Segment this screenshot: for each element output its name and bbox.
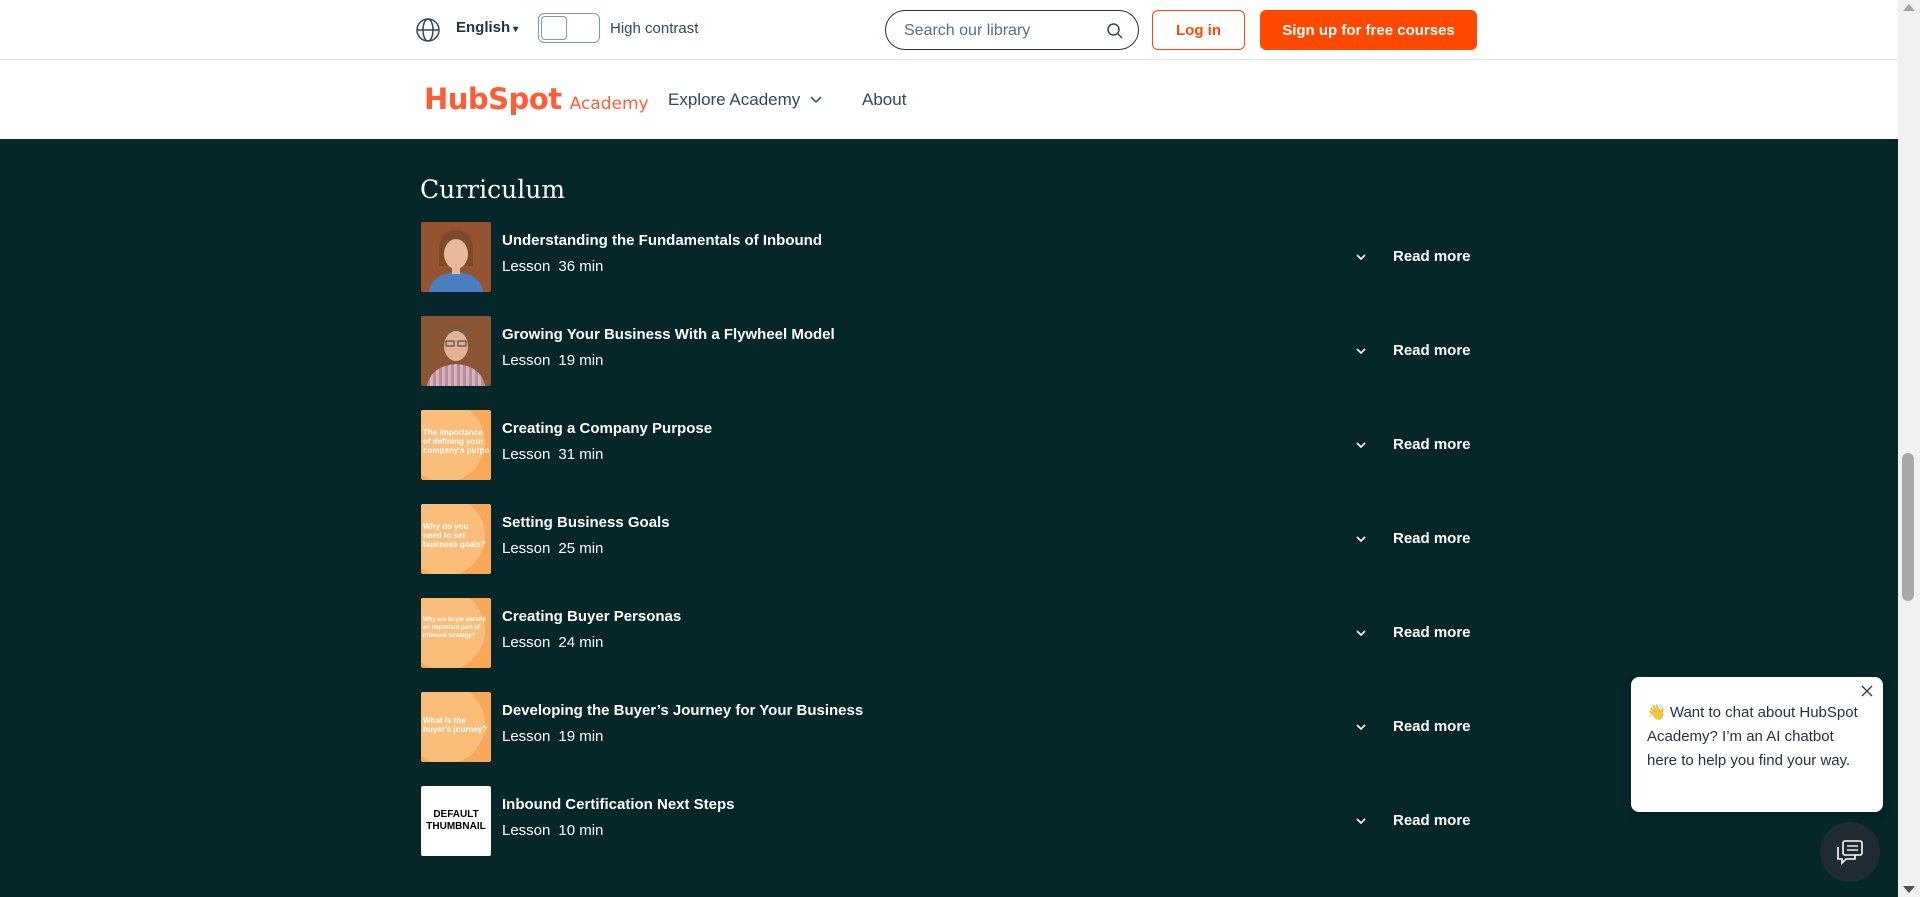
- hubspot-academy-logo[interactable]: HubSpot Academy: [424, 82, 649, 118]
- lesson-duration: 19 min: [558, 728, 604, 745]
- lesson-thumbnail[interactable]: [421, 316, 491, 386]
- lesson-type: Lesson: [502, 446, 551, 463]
- lesson-duration: 24 min: [558, 634, 604, 651]
- lesson-row: What is the buyer's journey? Developing …: [420, 691, 1480, 763]
- search-input[interactable]: [902, 20, 1106, 42]
- lesson-thumbnail[interactable]: DEFAULT THUMBNAIL: [421, 786, 491, 856]
- thumbnail-text: DEFAULT THUMBNAIL: [426, 809, 486, 832]
- high-contrast-toggle[interactable]: [538, 13, 600, 43]
- lesson-meta: Lesson 19 min: [502, 728, 603, 745]
- lesson-title[interactable]: Creating a Company Purpose: [502, 420, 712, 437]
- utility-bar: English▾ High contrast Log in Sign up fo…: [0, 0, 1898, 60]
- lesson-title[interactable]: Creating Buyer Personas: [502, 608, 681, 625]
- lesson-meta: Lesson 10 min: [502, 822, 603, 839]
- lesson-type: Lesson: [502, 728, 551, 745]
- lesson-type: Lesson: [502, 822, 551, 839]
- lesson-thumbnail[interactable]: Why are buyer persos an important part o…: [421, 598, 491, 668]
- login-button[interactable]: Log in: [1152, 10, 1245, 50]
- lesson-duration: 10 min: [558, 822, 604, 839]
- lesson-meta: Lesson 24 min: [502, 634, 603, 651]
- chevron-down-icon: [810, 96, 822, 104]
- chat-icon: [1837, 840, 1863, 865]
- lesson-row: Understanding the Fundamentals of Inboun…: [420, 221, 1480, 293]
- lesson-type: Lesson: [502, 258, 551, 275]
- lesson-row: Growing Your Business With a Flywheel Mo…: [420, 315, 1480, 387]
- lesson-thumbnail[interactable]: The importance of defining your company'…: [421, 410, 491, 480]
- thumbnail-text: What is the buyer's journey?: [423, 716, 488, 734]
- lesson-type: Lesson: [502, 634, 551, 651]
- logo-subtext: Academy: [569, 94, 649, 114]
- search-box[interactable]: [885, 10, 1139, 50]
- lesson-meta: Lesson 36 min: [502, 258, 603, 275]
- chatbot-popup: 👋 Want to chat about HubSpot Academy? I’…: [1631, 677, 1883, 812]
- high-contrast-label: High contrast: [610, 20, 699, 37]
- read-more-button[interactable]: Read more: [1393, 624, 1471, 641]
- lesson-type: Lesson: [502, 352, 551, 369]
- scrollbar-thumb[interactable]: [1902, 453, 1914, 601]
- chevron-down-icon[interactable]: [1354, 626, 1368, 640]
- globe-icon[interactable]: [415, 17, 441, 43]
- caret-down-icon: ▾: [513, 24, 519, 35]
- toggle-knob: [541, 16, 567, 40]
- lesson-row: DEFAULT THUMBNAIL Inbound Certification …: [420, 785, 1480, 857]
- lesson-meta: Lesson 25 min: [502, 540, 603, 557]
- lesson-title[interactable]: Understanding the Fundamentals of Inboun…: [502, 232, 822, 249]
- lesson-thumbnail[interactable]: What is the buyer's journey?: [421, 692, 491, 762]
- read-more-button[interactable]: Read more: [1393, 248, 1471, 265]
- lesson-meta: Lesson 31 min: [502, 446, 603, 463]
- lesson-title[interactable]: Setting Business Goals: [502, 514, 670, 531]
- lesson-duration: 36 min: [558, 258, 604, 275]
- lesson-type: Lesson: [502, 540, 551, 557]
- lesson-meta: Lesson 19 min: [502, 352, 603, 369]
- lesson-thumbnail[interactable]: [421, 222, 491, 292]
- lesson-duration: 31 min: [558, 446, 604, 463]
- read-more-button[interactable]: Read more: [1393, 718, 1471, 735]
- logo-text: HubSpot: [424, 82, 562, 116]
- explore-academy-menu[interactable]: Explore Academy: [668, 90, 822, 110]
- thumbnail-text: Why do you need to set business goals?: [423, 522, 486, 549]
- chevron-down-icon[interactable]: [1354, 438, 1368, 452]
- thumbnail-text: Why are buyer persos an important part o…: [423, 617, 486, 639]
- search-icon[interactable]: [1106, 22, 1124, 40]
- lesson-row: The importance of defining your company'…: [420, 409, 1480, 481]
- lesson-title[interactable]: Inbound Certification Next Steps: [502, 796, 735, 813]
- about-link[interactable]: About: [862, 90, 906, 110]
- read-more-button[interactable]: Read more: [1393, 530, 1471, 547]
- curriculum-title: Curriculum: [420, 175, 566, 204]
- curriculum-section: Curriculum Understanding the Fundamental…: [0, 139, 1898, 897]
- close-icon[interactable]: [1861, 685, 1873, 697]
- chat-message: 👋 Want to chat about HubSpot Academy? I’…: [1647, 704, 1858, 769]
- thumbnail-text: The importance of defining your company'…: [423, 428, 490, 455]
- read-more-button[interactable]: Read more: [1393, 342, 1471, 359]
- lesson-row: Why are buyer persos an important part o…: [420, 597, 1480, 669]
- chevron-down-icon[interactable]: [1354, 250, 1368, 264]
- presenter-photo-woman: [421, 222, 491, 292]
- chat-launcher-button[interactable]: [1820, 822, 1880, 882]
- language-selector[interactable]: English ▾: [456, 19, 518, 36]
- language-label: English: [456, 19, 511, 36]
- chevron-down-icon[interactable]: [1354, 814, 1368, 828]
- page-scrollbar[interactable]: [1898, 0, 1920, 897]
- chevron-down-icon[interactable]: [1354, 720, 1368, 734]
- signup-button[interactable]: Sign up for free courses: [1260, 10, 1477, 50]
- lesson-title[interactable]: Developing the Buyer’s Journey for Your …: [502, 702, 863, 719]
- scroll-down-arrow[interactable]: [1903, 886, 1915, 893]
- lesson-duration: 19 min: [558, 352, 604, 369]
- lesson-row: Why do you need to set business goals? S…: [420, 503, 1480, 575]
- lesson-duration: 25 min: [558, 540, 604, 557]
- main-nav: HubSpot Academy Explore Academy About: [0, 60, 1898, 139]
- explore-academy-label: Explore Academy: [668, 90, 801, 109]
- presenter-photo-man: [421, 316, 491, 386]
- chevron-down-icon[interactable]: [1354, 344, 1368, 358]
- chevron-down-icon[interactable]: [1354, 532, 1368, 546]
- read-more-button[interactable]: Read more: [1393, 812, 1471, 829]
- scroll-up-arrow[interactable]: [1903, 4, 1915, 11]
- read-more-button[interactable]: Read more: [1393, 436, 1471, 453]
- lesson-title[interactable]: Growing Your Business With a Flywheel Mo…: [502, 326, 835, 343]
- lesson-thumbnail[interactable]: Why do you need to set business goals?: [421, 504, 491, 574]
